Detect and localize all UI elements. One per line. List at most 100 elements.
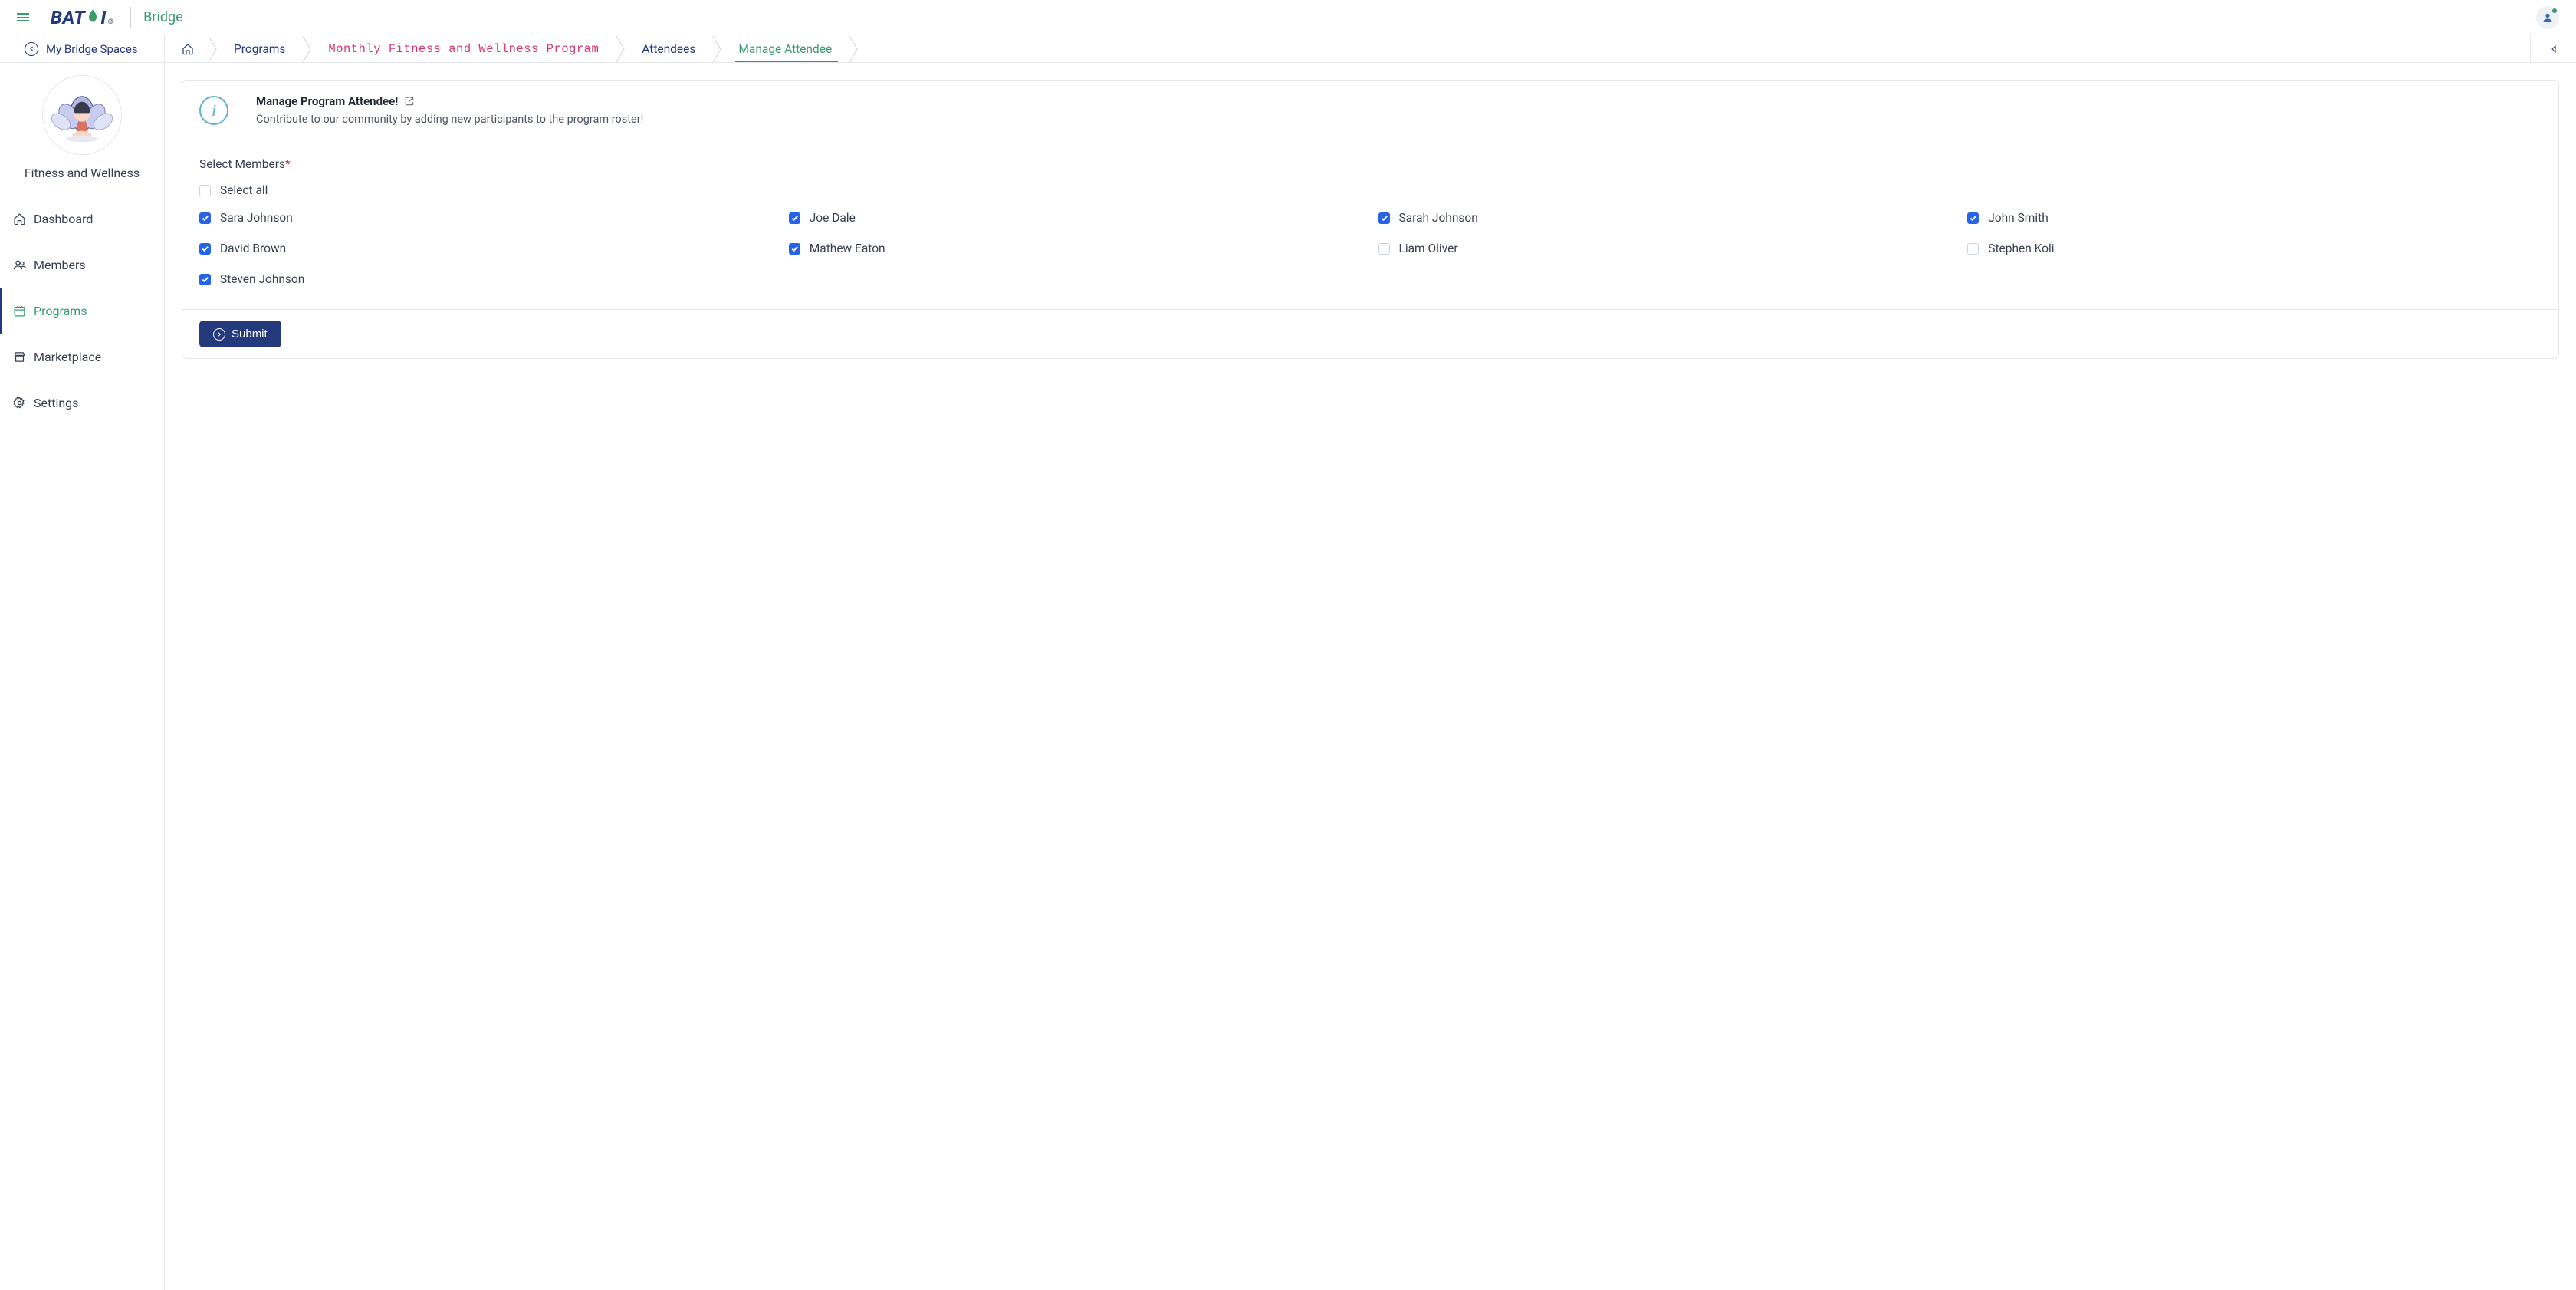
nav-item-label: Members [34, 258, 86, 272]
info-title-row: Manage Program Attendee! [256, 94, 643, 108]
breadcrumb-attendees[interactable]: Attendees [625, 35, 712, 62]
info-title: Manage Program Attendee! [256, 94, 398, 108]
info-subtitle: Contribute to our community by adding ne… [256, 113, 643, 126]
member-checkbox[interactable]: Joe Dale [789, 211, 1363, 225]
select-all-checkbox[interactable]: Select all [199, 183, 2542, 197]
nav-item-label: Settings [34, 396, 78, 410]
info-text: Manage Program Attendee! Contribute to o… [256, 94, 643, 126]
nav-item-members[interactable]: Members [0, 242, 164, 288]
top-header: BAT I® Bridge [0, 0, 2576, 35]
nav-item-label: Marketplace [34, 350, 101, 364]
nav-item-settings[interactable]: Settings [0, 380, 164, 426]
field-label-text: Select Members [199, 157, 285, 171]
nav-item-label: Dashboard [34, 212, 93, 226]
member-name: Joe Dale [810, 211, 856, 225]
nav-item-label: Programs [34, 304, 87, 318]
select-members-label: Select Members* [199, 157, 2542, 171]
sidebar-nav: Dashboard Members Programs Marketplace [0, 196, 164, 426]
member-name: Mathew Eaton [810, 242, 886, 255]
nav-item-marketplace[interactable]: Marketplace [0, 334, 164, 380]
member-checkbox[interactable]: Mathew Eaton [789, 242, 1363, 255]
checkbox-icon [199, 185, 211, 196]
chevron-right-icon [616, 35, 625, 62]
main-layout: Fitness and Wellness Dashboard Members P… [0, 63, 2576, 1290]
checkbox-icon [1967, 212, 1979, 224]
card-footer: Submit [182, 309, 2558, 358]
breadcrumb-programs[interactable]: Programs [217, 35, 302, 62]
triangle-left-icon [2549, 44, 2558, 54]
logo[interactable]: BAT I® [51, 7, 113, 28]
required-asterisk: * [285, 157, 291, 171]
submit-button[interactable]: Submit [199, 321, 281, 347]
member-name: Sarah Johnson [1399, 211, 1478, 225]
member-name: David Brown [220, 242, 286, 255]
space-avatar [42, 75, 122, 155]
sidebar-header: Fitness and Wellness [0, 63, 164, 196]
member-checkbox[interactable]: Sara Johnson [199, 211, 774, 225]
back-arrow-icon [25, 42, 38, 56]
content-area: i Manage Program Attendee! Contribute to… [165, 63, 2576, 1290]
home-icon [182, 43, 194, 55]
checkbox-icon [199, 274, 211, 285]
members-icon [12, 258, 26, 272]
sidebar: Fitness and Wellness Dashboard Members P… [0, 63, 165, 1290]
checkbox-icon [1378, 212, 1390, 224]
top-header-left: BAT I® Bridge [17, 7, 183, 28]
arrow-right-circle-icon [213, 328, 225, 341]
breadcrumb-programs-label: Programs [234, 42, 285, 56]
logo-text-1: BAT [51, 7, 85, 28]
breadcrumb-manage-attendee[interactable]: Manage Attendee [721, 35, 849, 62]
member-name: Liam Oliver [1399, 242, 1458, 255]
checkbox-icon [1378, 243, 1390, 255]
member-name: Sara Johnson [220, 211, 293, 225]
member-checkbox[interactable]: Sarah Johnson [1378, 211, 1953, 225]
logo-leaf-icon [85, 7, 100, 28]
manage-attendee-card: i Manage Program Attendee! Contribute to… [182, 80, 2559, 359]
member-checkbox[interactable]: Liam Oliver [1378, 242, 1953, 255]
nav-item-dashboard[interactable]: Dashboard [0, 196, 164, 242]
chevron-right-icon [712, 35, 721, 62]
checkbox-icon [199, 243, 211, 255]
user-avatar-button[interactable] [2536, 6, 2559, 29]
gear-icon [12, 397, 26, 410]
app-name[interactable]: Bridge [143, 9, 183, 25]
member-name: John Smith [1988, 211, 2049, 225]
collapse-panel-button[interactable] [2530, 35, 2576, 62]
member-checkbox[interactable]: David Brown [199, 242, 774, 255]
chevron-right-icon [849, 35, 858, 62]
member-checkbox[interactable]: Stephen Koli [1967, 242, 2542, 255]
user-icon [2542, 12, 2554, 24]
member-name: Stephen Koli [1988, 242, 2054, 255]
breadcrumb-bar: My Bridge Spaces Programs Monthly Fitnes… [0, 35, 2576, 63]
breadcrumb-home[interactable] [182, 35, 208, 62]
chevron-right-icon [208, 35, 217, 62]
breadcrumb-main: Programs Monthly Fitness and Wellness Pr… [165, 35, 2530, 62]
hamburger-menu-icon[interactable] [17, 12, 29, 24]
checkbox-icon [199, 212, 211, 224]
submit-button-label: Submit [232, 327, 268, 341]
breadcrumb-program-name-label: Monthly Fitness and Wellness Program [328, 42, 599, 56]
breadcrumb-back[interactable]: My Bridge Spaces [0, 35, 165, 62]
logo-text-2: I [100, 7, 106, 28]
checkbox-icon [789, 243, 800, 255]
member-name: Steven Johnson [220, 272, 304, 286]
member-checkbox[interactable]: Steven Johnson [199, 272, 774, 286]
info-icon: i [199, 96, 228, 125]
breadcrumb-manage-attendee-label: Manage Attendee [738, 42, 832, 56]
logo-registered: ® [108, 18, 113, 26]
breadcrumb-attendees-label: Attendees [642, 42, 695, 56]
chevron-right-icon [302, 35, 311, 62]
checkbox-icon [1967, 243, 1979, 255]
external-link-icon[interactable] [404, 96, 415, 107]
checkbox-icon [789, 212, 800, 224]
home-icon [12, 212, 26, 226]
select-all-label: Select all [220, 183, 268, 197]
breadcrumb-back-label: My Bridge Spaces [46, 42, 138, 56]
meditation-avatar-icon [49, 82, 115, 148]
member-checkbox[interactable]: John Smith [1967, 211, 2542, 225]
nav-item-programs[interactable]: Programs [0, 288, 164, 334]
space-name: Fitness and Wellness [25, 166, 140, 180]
breadcrumb-program-name[interactable]: Monthly Fitness and Wellness Program [311, 35, 616, 62]
info-banner: i Manage Program Attendee! Contribute to… [182, 81, 2558, 140]
store-icon [12, 350, 26, 364]
